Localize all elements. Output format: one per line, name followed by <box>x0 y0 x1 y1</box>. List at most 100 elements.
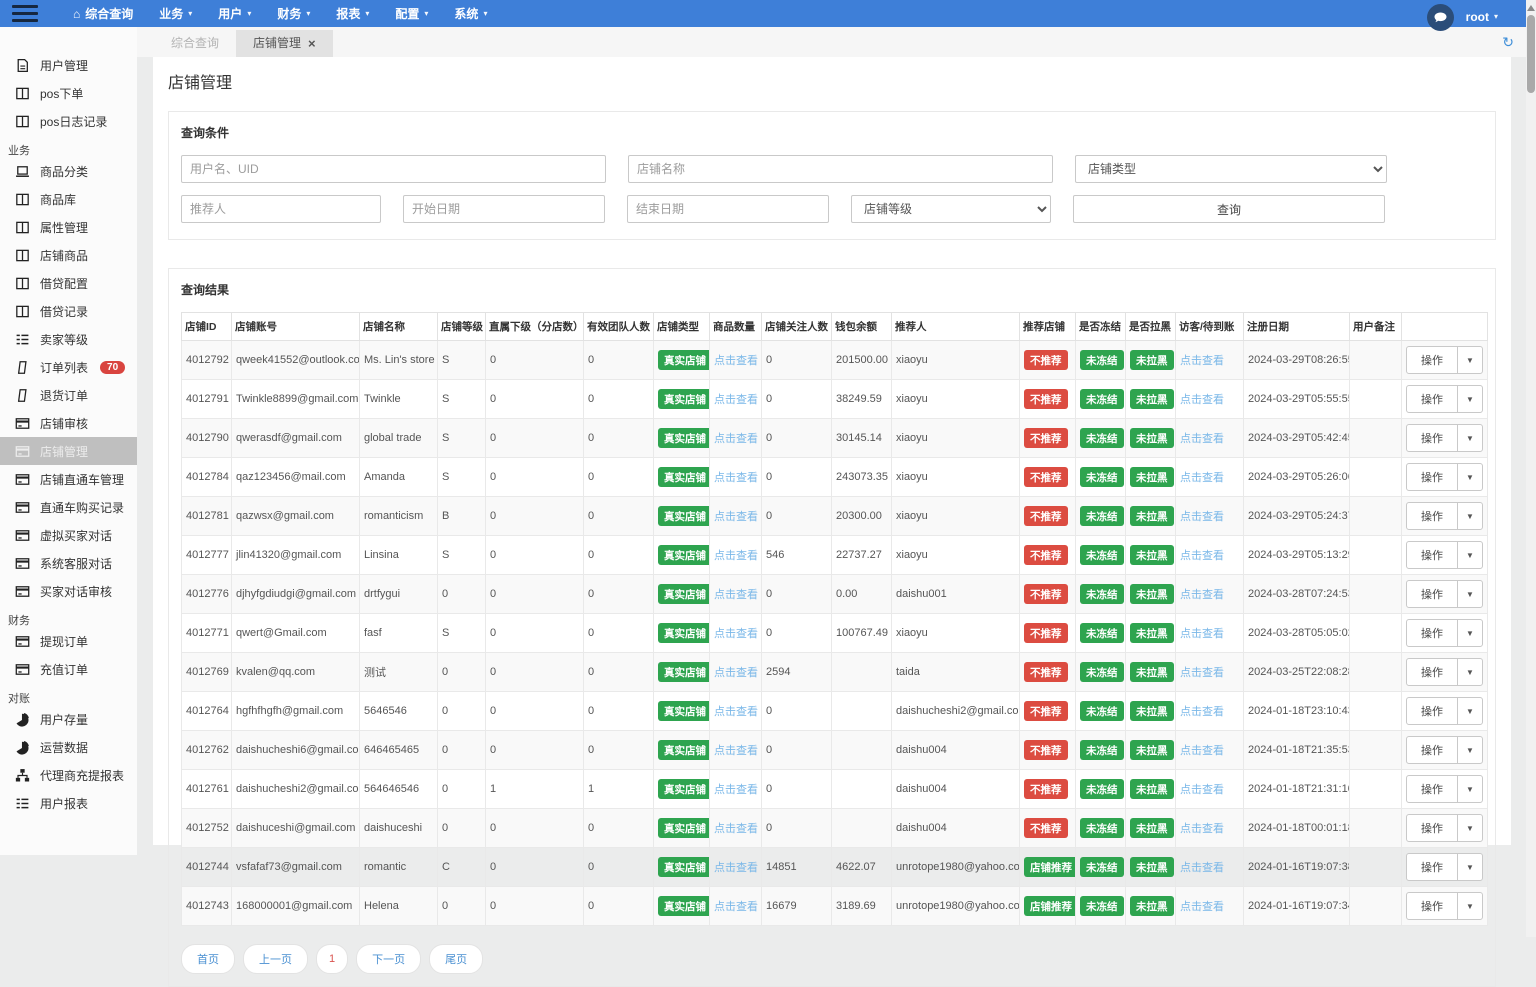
sidebar-item-operation-data[interactable]: 运营数据 <box>0 733 137 761</box>
action-dropdown-toggle[interactable]: ▼ <box>1457 815 1482 841</box>
products-view-link[interactable]: 点击查看 <box>714 433 758 445</box>
sidebar-item-system-cs-chat[interactable]: 系统客服对话 <box>0 549 137 577</box>
sidebar-item-return-order[interactable]: 退货订单 <box>0 381 137 409</box>
sidebar-item-pos-order[interactable]: pos下单 <box>0 79 137 107</box>
sidebar-item-loan-record[interactable]: 借贷记录 <box>0 297 137 325</box>
action-dropdown-toggle[interactable]: ▼ <box>1457 776 1482 802</box>
action-dropdown-toggle[interactable]: ▼ <box>1457 347 1482 373</box>
action-button[interactable]: 操作 <box>1407 464 1457 490</box>
vertical-scrollbar[interactable] <box>1526 0 1536 937</box>
sidebar-item-withdraw-order[interactable]: 提现订单 <box>0 627 137 655</box>
products-view-link[interactable]: 点击查看 <box>714 550 758 562</box>
visitors-view-link[interactable]: 点击查看 <box>1180 628 1224 640</box>
action-dropdown-toggle[interactable]: ▼ <box>1457 464 1482 490</box>
action-button[interactable]: 操作 <box>1407 659 1457 685</box>
nav-item-config[interactable]: 配置▾ <box>382 0 441 27</box>
visitors-view-link[interactable]: 点击查看 <box>1180 901 1224 913</box>
products-view-link[interactable]: 点击查看 <box>714 901 758 913</box>
action-button[interactable]: 操作 <box>1407 542 1457 568</box>
sidebar-item-shop-mgmt[interactable]: 店铺管理 <box>0 437 137 465</box>
action-dropdown-toggle[interactable]: ▼ <box>1457 503 1482 529</box>
username-uid-input[interactable] <box>181 155 606 183</box>
action-button[interactable]: 操作 <box>1407 620 1457 646</box>
products-view-link[interactable]: 点击查看 <box>714 823 758 835</box>
visitors-view-link[interactable]: 点击查看 <box>1180 784 1224 796</box>
close-icon[interactable]: × <box>308 37 316 50</box>
sidebar-item-user-report[interactable]: 用户报表 <box>0 789 137 817</box>
next-page-button[interactable]: 下一页 <box>356 944 421 974</box>
sidebar-item-buyer-chat-audit[interactable]: 买家对话审核 <box>0 577 137 605</box>
shop-type-select[interactable]: 店铺类型 <box>1075 155 1387 183</box>
nav-item-finance[interactable]: 财务▾ <box>264 0 323 27</box>
last-page-button[interactable]: 尾页 <box>429 944 483 974</box>
action-button[interactable]: 操作 <box>1407 425 1457 451</box>
visitors-view-link[interactable]: 点击查看 <box>1180 862 1224 874</box>
visitors-view-link[interactable]: 点击查看 <box>1180 550 1224 562</box>
action-dropdown-toggle[interactable]: ▼ <box>1457 737 1482 763</box>
products-view-link[interactable]: 点击查看 <box>714 355 758 367</box>
visitors-view-link[interactable]: 点击查看 <box>1180 745 1224 757</box>
sidebar-item-train-buy-record[interactable]: 直通车购买记录 <box>0 493 137 521</box>
nav-item-report[interactable]: 报表▾ <box>323 0 382 27</box>
sidebar-item-shop-train-mgmt[interactable]: 店铺直通车管理 <box>0 465 137 493</box>
products-view-link[interactable]: 点击查看 <box>714 472 758 484</box>
end-date-input[interactable] <box>627 195 829 223</box>
sidebar-item-pos-log[interactable]: pos日志记录 <box>0 107 137 135</box>
sidebar-item-order-list[interactable]: 订单列表70 <box>0 353 137 381</box>
tab-shop-mgmt[interactable]: 店铺管理× <box>236 30 333 57</box>
sidebar-item-agent-report[interactable]: 代理商充提报表 <box>0 761 137 789</box>
action-dropdown-toggle[interactable]: ▼ <box>1457 620 1482 646</box>
action-button[interactable]: 操作 <box>1407 698 1457 724</box>
action-button[interactable]: 操作 <box>1407 347 1457 373</box>
chat-button[interactable] <box>1427 4 1454 31</box>
scrollbar-thumb[interactable] <box>1527 15 1535 93</box>
tab-home-query[interactable]: 综合查询 <box>154 30 236 57</box>
scroll-up-arrow-icon[interactable] <box>1527 5 1535 11</box>
action-dropdown-toggle[interactable]: ▼ <box>1457 542 1482 568</box>
sidebar-item-shop-goods[interactable]: 店铺商品 <box>0 241 137 269</box>
referrer-input[interactable] <box>181 195 381 223</box>
sidebar-item-attr-mgmt[interactable]: 属性管理 <box>0 213 137 241</box>
sidebar-item-goods-category[interactable]: 商品分类 <box>0 157 137 185</box>
action-dropdown-toggle[interactable]: ▼ <box>1457 659 1482 685</box>
action-dropdown-toggle[interactable]: ▼ <box>1457 854 1482 880</box>
action-button[interactable]: 操作 <box>1407 737 1457 763</box>
sidebar-item-user-mgmt[interactable]: 用户管理 <box>0 51 137 79</box>
action-button[interactable]: 操作 <box>1407 581 1457 607</box>
visitors-view-link[interactable]: 点击查看 <box>1180 433 1224 445</box>
visitors-view-link[interactable]: 点击查看 <box>1180 823 1224 835</box>
shop-name-input[interactable] <box>628 155 1053 183</box>
menu-toggle-button[interactable] <box>12 5 38 22</box>
visitors-view-link[interactable]: 点击查看 <box>1180 706 1224 718</box>
prev-page-button[interactable]: 上一页 <box>243 944 308 974</box>
action-button[interactable]: 操作 <box>1407 386 1457 412</box>
sidebar-item-virtual-buyer-chat[interactable]: 虚拟买家对话 <box>0 521 137 549</box>
nav-item-home[interactable]: ⌂综合查询 <box>60 0 146 27</box>
products-view-link[interactable]: 点击查看 <box>714 394 758 406</box>
visitors-view-link[interactable]: 点击查看 <box>1180 472 1224 484</box>
action-button[interactable]: 操作 <box>1407 503 1457 529</box>
query-button[interactable]: 查询 <box>1073 195 1385 223</box>
products-view-link[interactable]: 点击查看 <box>714 706 758 718</box>
products-view-link[interactable]: 点击查看 <box>714 589 758 601</box>
user-menu[interactable]: root ▾ <box>1466 10 1498 24</box>
products-view-link[interactable]: 点击查看 <box>714 628 758 640</box>
refresh-icon[interactable]: ↻ <box>1502 35 1514 49</box>
sidebar-item-user-stock[interactable]: 用户存量 <box>0 705 137 733</box>
products-view-link[interactable]: 点击查看 <box>714 784 758 796</box>
sidebar-item-goods-lib[interactable]: 商品库 <box>0 185 137 213</box>
visitors-view-link[interactable]: 点击查看 <box>1180 511 1224 523</box>
action-button[interactable]: 操作 <box>1407 893 1457 919</box>
action-dropdown-toggle[interactable]: ▼ <box>1457 581 1482 607</box>
page-number-button[interactable]: 1 <box>316 944 348 974</box>
action-dropdown-toggle[interactable]: ▼ <box>1457 893 1482 919</box>
sidebar-item-recharge-order[interactable]: 充值订单 <box>0 655 137 683</box>
visitors-view-link[interactable]: 点击查看 <box>1180 667 1224 679</box>
action-dropdown-toggle[interactable]: ▼ <box>1457 698 1482 724</box>
action-button[interactable]: 操作 <box>1407 815 1457 841</box>
sidebar-item-seller-level[interactable]: 卖家等级 <box>0 325 137 353</box>
nav-item-user[interactable]: 用户▾ <box>205 0 264 27</box>
sidebar-item-loan-config[interactable]: 借贷配置 <box>0 269 137 297</box>
shop-level-select[interactable]: 店铺等级 <box>851 195 1051 223</box>
visitors-view-link[interactable]: 点击查看 <box>1180 589 1224 601</box>
